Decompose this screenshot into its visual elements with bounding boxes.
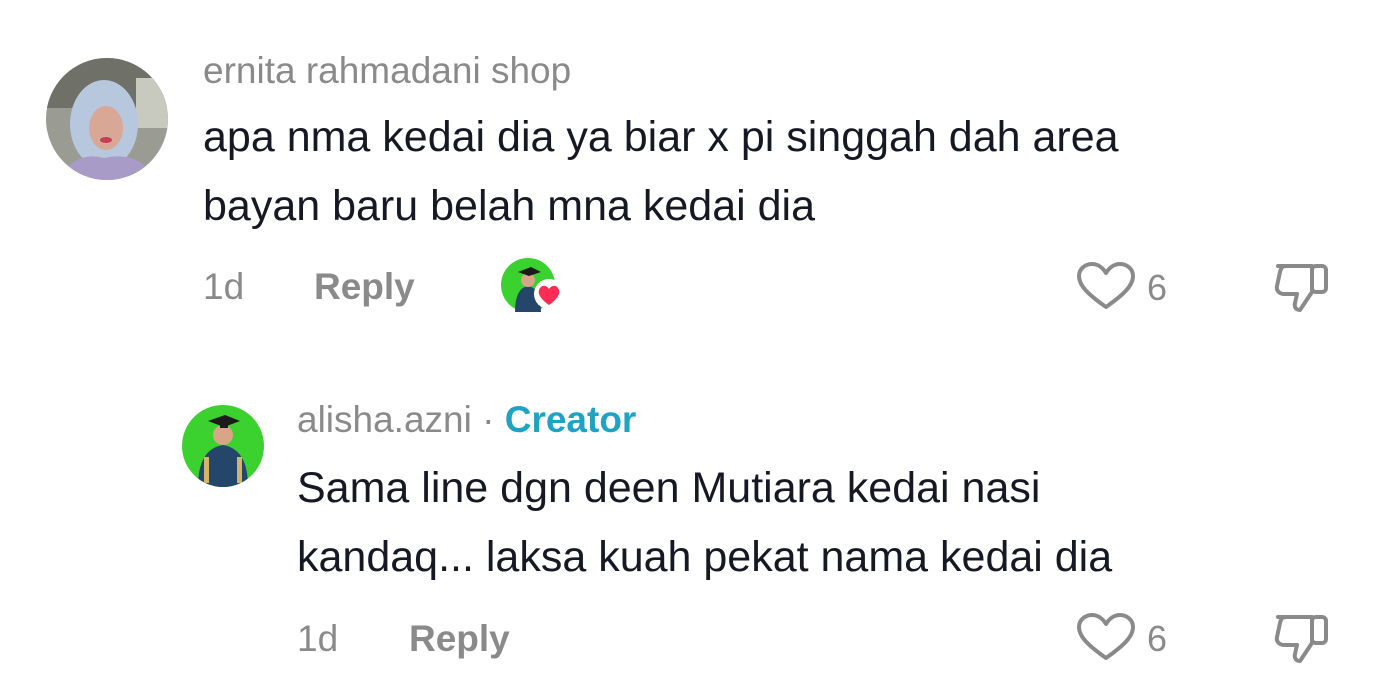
comment-text-line-2: bayan baru belah mna kedai dia (203, 182, 815, 230)
comment-text-line-1: apa nma kedai dia ya biar x pi singgah d… (203, 113, 1119, 161)
comments-section: ernita rahmadani shop apa nma kedai dia … (0, 0, 1375, 700)
like-count: 6 (1147, 618, 1168, 659)
dislike-button[interactable] (1272, 609, 1332, 665)
comment-meta: 1d (297, 620, 338, 657)
reply-button-wrap: Reply (314, 268, 415, 305)
comment-text: Sama line dgn deen Mutiara kedai nasi ka… (297, 454, 1112, 592)
username-text[interactable]: alisha.azni (297, 399, 472, 440)
username-text[interactable]: ernita rahmadani shop (203, 50, 571, 91)
avatar[interactable] (46, 58, 168, 180)
creator-liked-indicator (501, 258, 569, 314)
reply-button-wrap: Reply (409, 620, 510, 657)
comment-text: apa nma kedai dia ya biar x pi singgah d… (203, 103, 1119, 241)
avatar-image (182, 405, 264, 487)
heart-outline-icon (1077, 613, 1135, 660)
creator-badge: Creator (504, 399, 637, 440)
avatar-image (46, 58, 168, 180)
thumbs-down-icon (1274, 264, 1328, 312)
comment-timestamp: 1d (203, 266, 245, 307)
heart-outline-icon (1077, 262, 1135, 309)
dislike-button[interactable] (1272, 258, 1332, 314)
thumbs-down-icon (1274, 615, 1328, 663)
like-button[interactable] (1075, 611, 1137, 663)
comment-timestamp: 1d (297, 618, 339, 659)
avatar[interactable] (182, 405, 264, 487)
reply-button[interactable]: Reply (409, 618, 510, 659)
comment-text-line-1: Sama line dgn deen Mutiara kedai nasi (297, 464, 1041, 512)
comment-username[interactable]: alisha.azni · Creator (297, 401, 636, 438)
like-button[interactable] (1075, 260, 1137, 312)
like-count: 6 (1147, 267, 1168, 308)
creator-liked-heart-icon (534, 279, 564, 309)
comment-meta: 1d (203, 268, 244, 305)
username-separator: · (482, 399, 495, 440)
reply-button[interactable]: Reply (314, 266, 415, 307)
comment-username[interactable]: ernita rahmadani shop (203, 52, 571, 89)
comment-text-line-2: kandaq... laksa kuah pekat nama kedai di… (297, 533, 1113, 581)
